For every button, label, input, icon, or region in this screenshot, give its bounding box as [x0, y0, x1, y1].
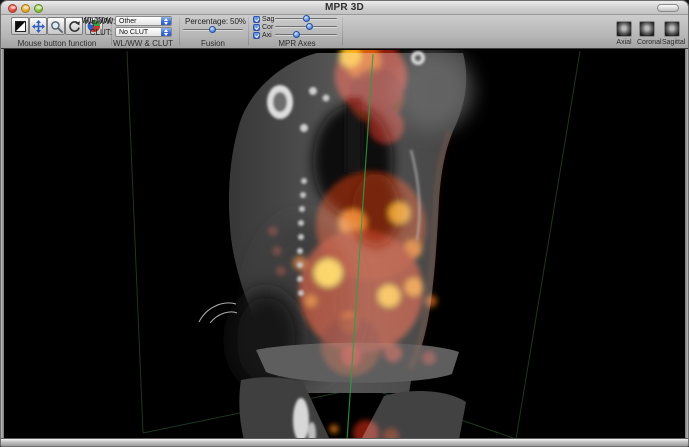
cor-slider[interactable] — [275, 23, 337, 30]
clut-popup-value: No CLUT — [119, 28, 148, 37]
toolbar-separator — [248, 17, 249, 45]
sagittal-view-label: Sagittal — [662, 39, 682, 46]
sagittal-thumbnail-icon — [664, 21, 680, 37]
fusion-slider[interactable] — [183, 26, 243, 33]
rotate-arrow-icon — [68, 20, 81, 33]
sagittal-view-button[interactable]: Sagittal — [662, 21, 682, 46]
window-frame-right — [685, 49, 688, 446]
toolbar-separator — [179, 17, 180, 45]
wlww-contrast-tool-button[interactable] — [11, 17, 29, 35]
axial-view-label: Axial — [614, 39, 634, 46]
toolbar-separator — [342, 17, 343, 45]
fusion-slider-thumb[interactable] — [209, 26, 216, 33]
volume-rendering-scene — [4, 50, 685, 438]
sag-slider-thumb[interactable] — [303, 15, 310, 22]
axial-view-button[interactable]: Axial — [614, 21, 634, 46]
fusion-group-label: Fusion — [183, 39, 243, 48]
mpr-3d-viewport[interactable] — [4, 50, 685, 438]
clut-field-label: CLUT: — [84, 28, 112, 37]
popup-arrows-icon — [161, 28, 171, 36]
cor-slider-thumb[interactable] — [306, 23, 313, 30]
percentage-value: 50% — [230, 17, 246, 26]
coronal-view-button[interactable]: Coronal — [637, 21, 657, 46]
wlww-group-label: WL/WW & CLUT — [107, 39, 179, 48]
sag-slider[interactable] — [275, 15, 337, 22]
axi-slider[interactable] — [275, 31, 337, 38]
contour-squiggle — [199, 303, 237, 323]
cor-checkbox[interactable] — [253, 24, 260, 31]
rotate-tool-button[interactable] — [65, 17, 83, 35]
zoom-magnifier-tool-button[interactable] — [47, 17, 65, 35]
sag-checkbox[interactable] — [253, 16, 260, 23]
move-pan-tool-button[interactable] — [29, 17, 47, 35]
magnifier-icon — [50, 20, 63, 33]
cor-checkbox-label: Cor — [262, 24, 273, 31]
coronal-view-label: Coronal — [637, 39, 657, 46]
axi-slider-thumb[interactable] — [293, 31, 300, 38]
popup-arrows-icon — [161, 17, 171, 25]
mouse-group-label: Mouse button function — [7, 39, 107, 48]
window-frame-bottom[interactable] — [1, 438, 688, 446]
axi-slider-track — [275, 34, 337, 36]
titlebar[interactable]: MPR 3D — [1, 1, 688, 15]
toolbar: Mouse button function WL/WW: Other WL/WW… — [1, 15, 688, 49]
sag-checkbox-label: Sag — [262, 16, 274, 23]
coronal-thumbnail-icon — [639, 21, 655, 37]
window-title: MPR 3D — [1, 2, 688, 13]
wlww-popup-value: Other — [119, 17, 137, 26]
axi-checkbox-label: Axi — [262, 32, 272, 39]
wlww-field-label: WL/WW: — [84, 17, 112, 26]
window-frame-left — [1, 49, 4, 446]
move-arrows-icon — [32, 20, 45, 33]
axi-checkbox[interactable] — [253, 32, 260, 39]
clut-popup[interactable]: No CLUT — [115, 27, 172, 37]
wlww-popup[interactable]: Other — [115, 16, 172, 26]
percentage-label: Percentage: — [185, 17, 228, 26]
axial-thumbnail-icon — [616, 21, 632, 37]
contrast-icon — [15, 21, 26, 32]
toolbar-toggle-button[interactable] — [657, 4, 679, 12]
mpr-3d-window: MPR 3D — [0, 0, 689, 447]
mpr-axes-group-label: MPR Axes — [263, 39, 331, 48]
